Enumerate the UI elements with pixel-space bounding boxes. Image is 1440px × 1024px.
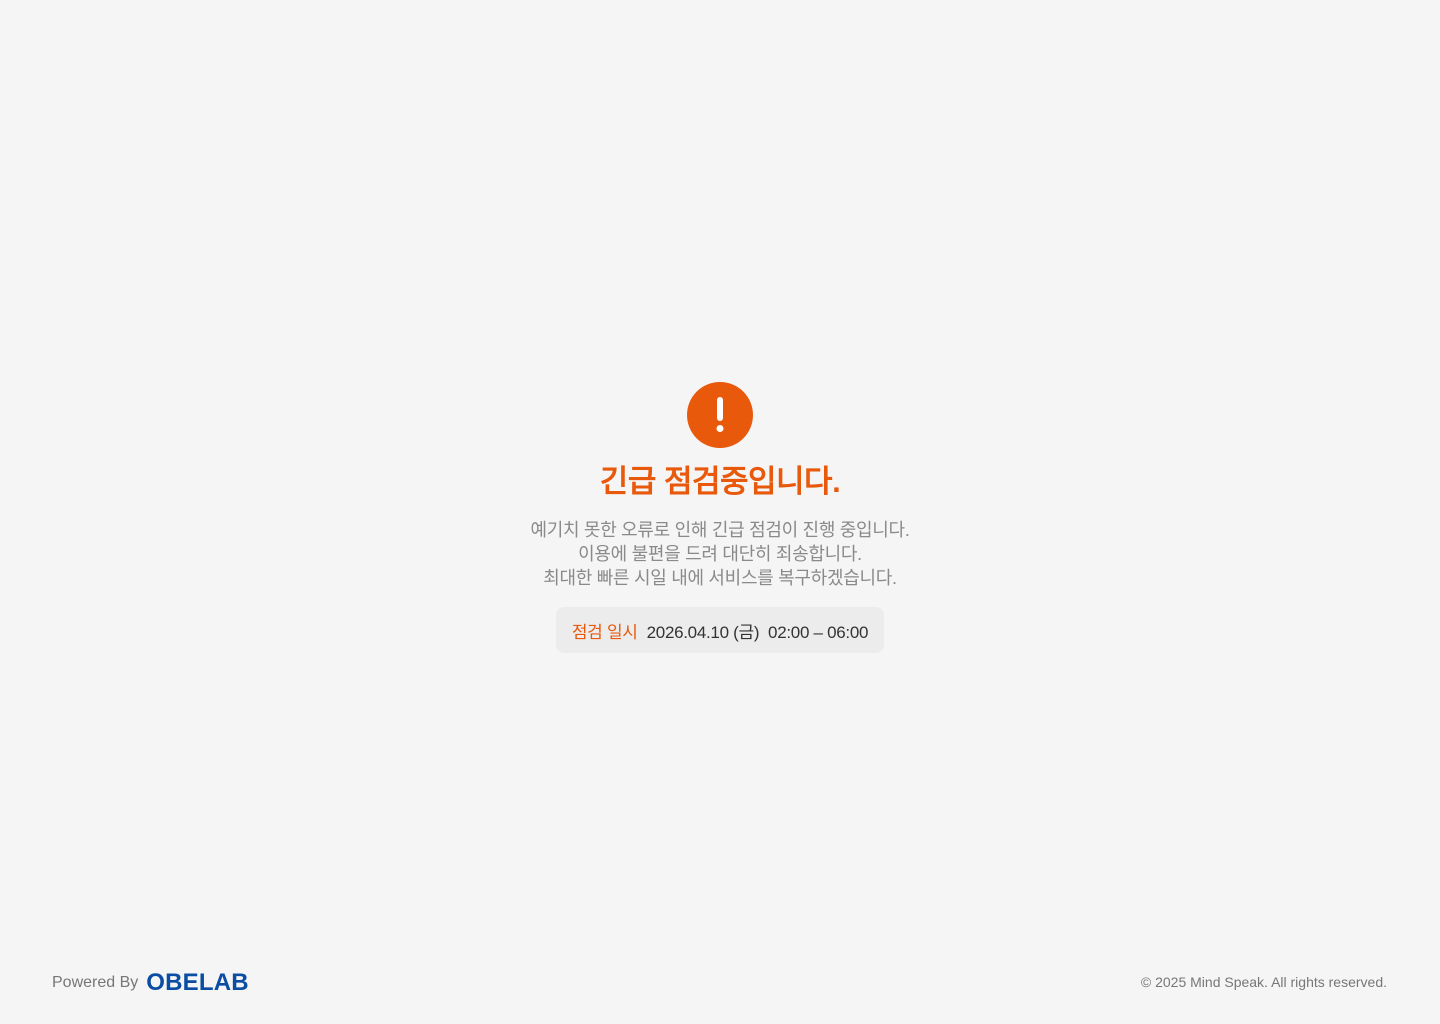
schedule-datetime: 2026.04.10 (금) 02:00 – 06:00 <box>646 622 869 642</box>
message-line: 최대한 빠른 시일 내에 서비스를 복구하겠습니다. <box>543 568 897 588</box>
obelab-logo: OBELAB <box>146 969 249 996</box>
maintenance-notice: 긴급 점검중입니다. 예기치 못한 오류로 인해 긴급 점검이 진행 중입니다.… <box>0 382 1440 653</box>
schedule-label: 점검 일시 <box>571 622 638 642</box>
maintenance-schedule: 점검 일시 2026.04.10 (금) 02:00 – 06:00 <box>555 607 885 653</box>
powered-by-label: Powered By <box>52 974 139 991</box>
message-line: 예기치 못한 오류로 인해 긴급 점검이 진행 중입니다. <box>530 520 910 540</box>
maintenance-message: 예기치 못한 오류로 인해 긴급 점검이 진행 중입니다. 이용에 불편을 드려… <box>530 518 909 590</box>
page-title: 긴급 점검중입니다. <box>599 464 841 499</box>
powered-by: Powered By OBELAB <box>52 968 249 998</box>
message-line: 이용에 불편을 드려 대단히 죄송합니다. <box>578 544 862 564</box>
exclamation-icon <box>687 382 753 448</box>
copyright: © 2025 Mind Speak. All rights reserved. <box>1140 974 1387 990</box>
